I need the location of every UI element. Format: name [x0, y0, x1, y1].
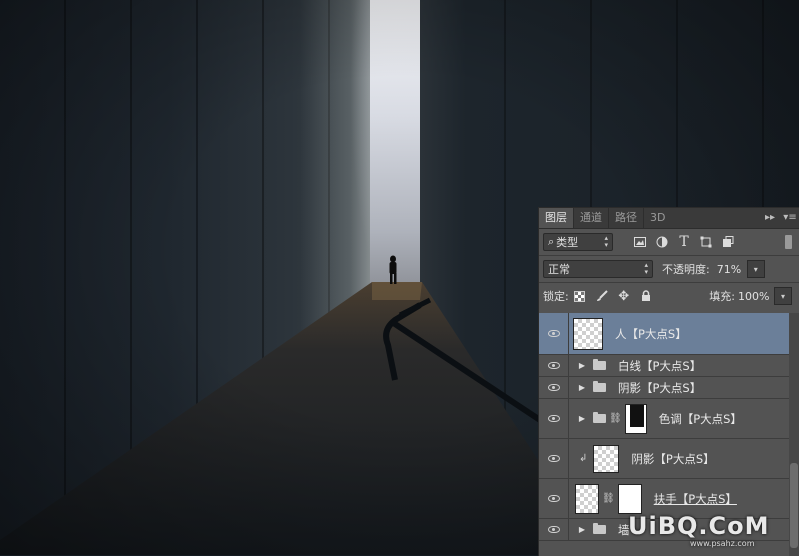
- layer-thumbnail: [575, 483, 599, 514]
- image-filter-icon[interactable]: [631, 233, 649, 251]
- layer-name: 扶手【P大点S】: [653, 491, 737, 506]
- tab-3d[interactable]: 3D: [644, 208, 671, 228]
- fill-field[interactable]: 100%: [738, 290, 772, 303]
- folder-icon: [593, 381, 606, 392]
- visibility-eye-icon[interactable]: [547, 495, 560, 502]
- layer-name: 白线【P大点S】: [618, 358, 702, 373]
- layer-row[interactable]: 人【P大点S】: [539, 313, 799, 355]
- spin-caret-icon: ▴ ▾: [604, 234, 608, 249]
- visibility-eye-icon[interactable]: [547, 362, 560, 369]
- visibility-eye-icon[interactable]: [547, 526, 560, 533]
- lock-all-padlock-icon[interactable]: [637, 287, 655, 305]
- layer-row[interactable]: ▶ 阴影【P大点S】: [539, 377, 799, 399]
- visibility-eye-icon[interactable]: [547, 455, 560, 462]
- collapse-icon[interactable]: ▸▸: [760, 208, 780, 228]
- opacity-field[interactable]: 71%: [712, 260, 743, 278]
- panel-menu-icon[interactable]: ▾≡: [780, 208, 799, 228]
- shape-filter-icon[interactable]: [697, 233, 715, 251]
- spin-caret-icon: ▴ ▾: [644, 261, 648, 276]
- layer-row[interactable]: ↲ 阴影【P大点S】: [539, 439, 799, 479]
- visibility-eye-icon[interactable]: [547, 384, 560, 391]
- layers-panel: 图层 通道 路径 3D ▸▸ ▾≡ ⌕ 类型 ▴ ▾ T 正常 ▴ ▾ 不透明度…: [538, 207, 799, 556]
- layer-thumbnail: [573, 317, 603, 350]
- folder-icon: [593, 359, 606, 370]
- expand-arrow-icon[interactable]: ▶: [575, 414, 589, 423]
- smart-object-filter-icon[interactable]: [719, 233, 737, 251]
- lock-label: 锁定:: [543, 290, 569, 303]
- layer-name: 阴影【P大点S】: [631, 451, 715, 466]
- lock-row: 锁定: ✥ 填充: 100% ▾: [539, 283, 799, 309]
- expand-arrow-icon[interactable]: ▶: [575, 361, 589, 370]
- fill-label: 填充:: [709, 290, 735, 303]
- type-filter-icon[interactable]: T: [675, 233, 693, 251]
- visibility-eye-icon[interactable]: [547, 330, 560, 337]
- layer-row[interactable]: ▶ 白线【P大点S】: [539, 355, 799, 377]
- layers-scrollbar[interactable]: [789, 313, 799, 556]
- scrollbar-thumb[interactable]: [790, 463, 798, 548]
- tab-layers[interactable]: 图层: [539, 208, 573, 228]
- layer-thumbnail: [593, 444, 620, 473]
- layer-name: 人【P大点S】: [615, 326, 687, 341]
- watermark-logo: UiBQ.CoM www.psahz.com: [628, 512, 770, 548]
- filter-kind-select[interactable]: ⌕ 类型 ▴ ▾: [543, 233, 613, 251]
- filter-row: ⌕ 类型 ▴ ▾ T: [539, 229, 799, 255]
- layer-name: 色调【P大点S】: [658, 411, 742, 426]
- expand-arrow-icon[interactable]: ▶: [575, 383, 589, 392]
- link-chain-icon[interactable]: ⛓: [609, 413, 622, 424]
- tab-channels[interactable]: 通道: [574, 208, 608, 228]
- blend-mode-select[interactable]: 正常 ▴ ▾: [543, 260, 653, 278]
- layer-mask-thumbnail: [624, 403, 647, 434]
- clipping-arrow-icon: ↲: [579, 453, 588, 464]
- layer-name: 阴影【P大点S】: [618, 380, 702, 395]
- search-icon: ⌕: [548, 235, 555, 248]
- tab-paths[interactable]: 路径: [609, 208, 643, 228]
- opacity-label: 不透明度:: [662, 263, 710, 276]
- folder-icon: [593, 412, 606, 423]
- filter-toggle[interactable]: [785, 235, 792, 249]
- adjustment-filter-icon[interactable]: [653, 233, 671, 251]
- expand-arrow-icon[interactable]: ▶: [575, 525, 589, 534]
- lock-pixels-brush-icon[interactable]: [593, 287, 611, 305]
- blend-row: 正常 ▴ ▾ 不透明度: 71% ▾: [539, 256, 799, 282]
- panel-tabbar: 图层 通道 路径 3D ▸▸ ▾≡: [539, 208, 799, 229]
- lock-position-move-icon[interactable]: ✥: [615, 287, 633, 305]
- fill-dropdown-button[interactable]: ▾: [774, 287, 792, 305]
- visibility-eye-icon[interactable]: [547, 415, 560, 422]
- watermark-url: www.psahz.com: [690, 539, 755, 548]
- lock-transparency-icon[interactable]: [571, 287, 589, 305]
- folder-icon: [593, 523, 606, 534]
- layer-mask-thumbnail: [617, 483, 642, 514]
- layer-row[interactable]: ▶ ⛓ 色调【P大点S】: [539, 399, 799, 439]
- opacity-dropdown-button[interactable]: ▾: [746, 260, 765, 278]
- link-chain-icon[interactable]: ⛓: [602, 493, 615, 504]
